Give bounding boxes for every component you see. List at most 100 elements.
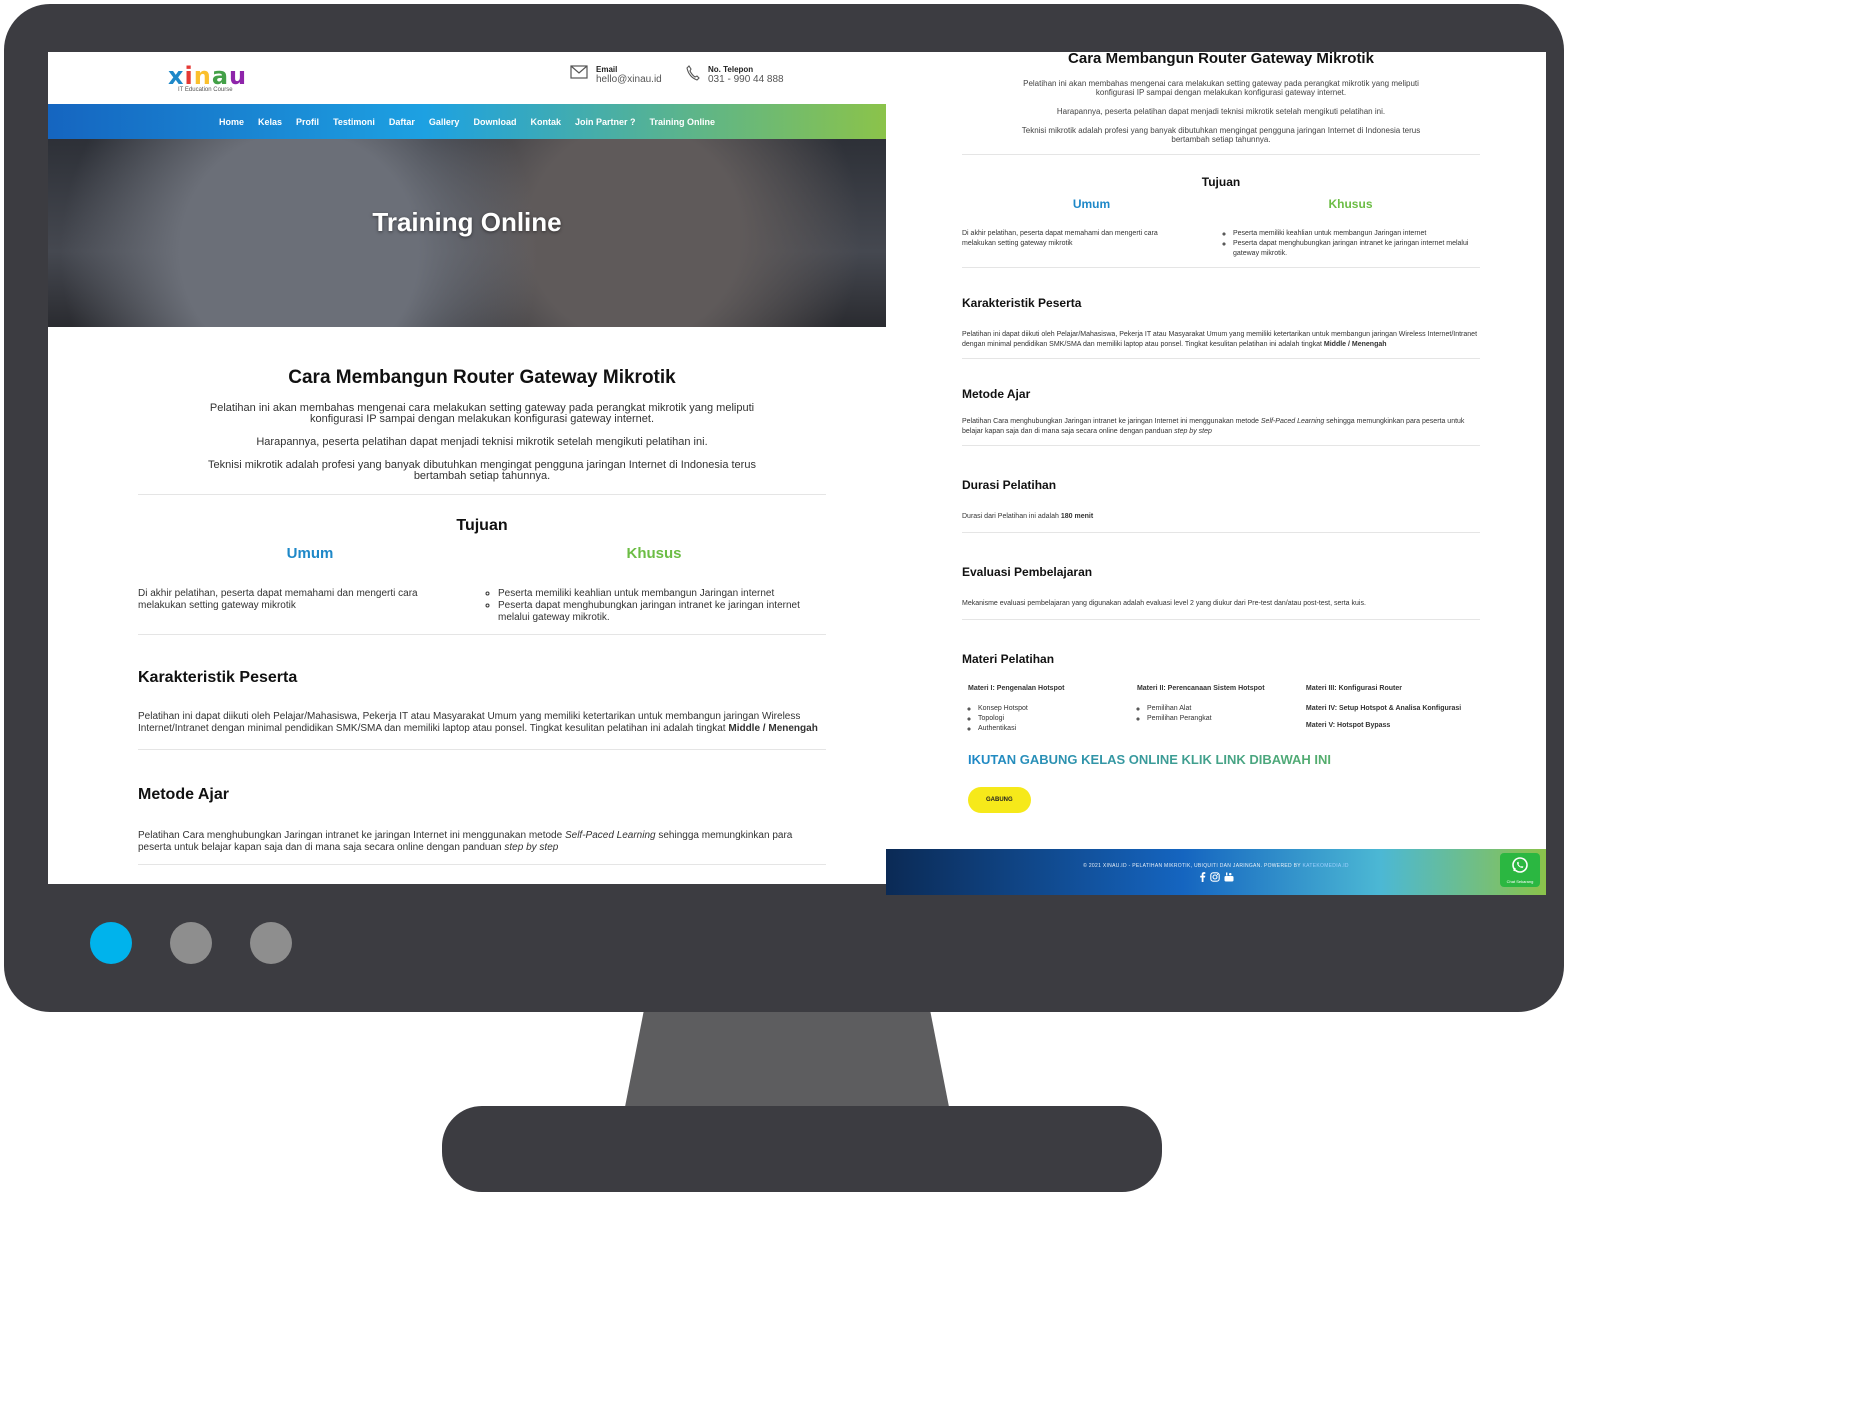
divider (138, 494, 826, 495)
tujuan-columns: Umum Di akhir pelatihan, peserta dapat m… (962, 197, 1480, 259)
materi-item: Konsep Hotspot (968, 704, 1137, 714)
metode-body-a: Pelatihan Cara menghubungkan Jaringan in… (138, 830, 563, 841)
intro-paragraph-1: Pelatihan ini akan membahas mengenai car… (1023, 79, 1419, 97)
materi-4-title: Materi IV: Setup Hotspot & Analisa Konfi… (1305, 705, 1462, 712)
nav-testimoni[interactable]: Testimoni (333, 117, 375, 127)
umum-heading: Umum (286, 545, 334, 562)
intro-paragraph-3: Teknisi mikrotik adalah profesi yang ban… (208, 459, 756, 482)
materi-2-list: Pemilihan Alat Pemilihan Perangkat (1137, 704, 1306, 724)
divider (962, 267, 1480, 268)
metode-emphasis-b: step by step (504, 842, 559, 853)
email-value[interactable]: hello@xinau.id (596, 74, 662, 85)
footer-copyright: © 2021 XINAU.ID - PELATIHAN MIKROTIK, UB… (886, 849, 1546, 869)
course-title: Cara Membangun Router Gateway Mikrotik (288, 367, 676, 388)
screen-right: Cara Membangun Router Gateway Mikrotik P… (886, 52, 1546, 895)
nav-profil[interactable]: Profil (296, 117, 319, 127)
tujuan-heading: Tujuan (1201, 175, 1241, 189)
materi-item: Topologi (968, 714, 1137, 724)
intro-paragraph-2: Harapannya, peserta pelatihan dapat menj… (1056, 107, 1386, 116)
whatsapp-label: Chat Sekarang (1506, 879, 1534, 884)
metode-text: Pelatihan Cara menghubungkan Jaringan in… (138, 830, 826, 854)
site-logo[interactable]: xinau IT Education Course (168, 62, 247, 93)
nav-gallery[interactable]: Gallery (429, 117, 460, 127)
intro-paragraph-1: Pelatihan ini akan membahas mengenai car… (209, 402, 755, 425)
monitor-dot-grey-1 (170, 922, 212, 964)
intro-paragraph-2: Harapannya, peserta pelatihan dapat menj… (256, 436, 708, 448)
tujuan-khusus: Khusus Peserta memiliki keahlian untuk m… (482, 545, 826, 624)
contact-email: Email hello@xinau.id (570, 65, 662, 85)
course-title-repeat: Cara Membangun Router Gateway Mikrotik (1068, 52, 1374, 67)
materi-item: Pemilihan Perangkat (1137, 714, 1306, 724)
divider (962, 358, 1480, 359)
divider (962, 445, 1480, 446)
khusus-item: Peserta memiliki keahlian untuk membangu… (498, 588, 826, 600)
karakteristik-text: Pelatihan ini dapat diikuti oleh Pelajar… (138, 711, 826, 735)
phone-value[interactable]: 031 - 990 44 888 (708, 74, 784, 85)
gabung-button[interactable]: GABUNG (968, 787, 1031, 813)
durasi-value: 180 menit (1060, 513, 1094, 520)
khusus-list: Peserta memiliki keahlian untuk membangu… (1221, 229, 1480, 259)
nav-join-partner[interactable]: Join Partner ? (575, 117, 636, 127)
hero-banner: Training Online (48, 139, 886, 327)
karakteristik-level: Middle / Menengah (728, 723, 818, 734)
khusus-heading: Khusus (1328, 197, 1373, 211)
materi-1-title: Materi I: Pengenalan Hotspot (968, 685, 1065, 692)
divider (962, 154, 1480, 155)
cta-text: IKUTAN GABUNG KELAS ONLINE KLIK LINK DIB… (968, 752, 1480, 767)
powered-link[interactable]: KATEKOMEDIA.ID (1302, 863, 1348, 869)
metode-heading: Metode Ajar (962, 387, 1031, 401)
nav-kelas[interactable]: Kelas (258, 117, 282, 127)
course-content-left: Cara Membangun Router Gateway Mikrotik P… (48, 367, 886, 865)
hero-title: Training Online (372, 207, 562, 237)
karakteristik-text: Pelatihan ini dapat diikuti oleh Pelajar… (962, 330, 1480, 350)
phone-label: No. Telepon (708, 65, 754, 74)
umum-text: Di akhir pelatihan, peserta dapat memaha… (962, 230, 1158, 247)
materi-1-list: Konsep Hotspot Topologi Authentikasi (968, 704, 1137, 734)
monitor-stand-neck (624, 1012, 950, 1112)
karakteristik-heading: Karakteristik Peserta (962, 296, 1082, 310)
tujuan-umum: Umum Di akhir pelatihan, peserta dapat m… (138, 545, 482, 624)
khusus-item: Peserta memiliki keahlian untuk membangu… (1233, 229, 1480, 239)
contact-phone: No. Telepon 031 - 990 44 888 (686, 65, 784, 85)
materi-3-title: Materi III: Konfigurasi Router (1305, 685, 1402, 692)
nav-training-online[interactable]: Training Online (649, 117, 715, 127)
karakteristik-body: Pelatihan ini dapat diikuti oleh Pelajar… (138, 711, 801, 734)
site-footer: © 2021 XINAU.ID - PELATIHAN MIKROTIK, UB… (886, 849, 1546, 895)
karakteristik-level: Middle / Menengah (1323, 341, 1387, 348)
facebook-icon[interactable] (1199, 872, 1206, 882)
tujuan-heading: Tujuan (456, 517, 508, 534)
khusus-list: Peserta memiliki keahlian untuk membangu… (482, 588, 826, 624)
youtube-icon[interactable] (1224, 872, 1234, 882)
whatsapp-chat-button[interactable]: Chat Sekarang (1500, 853, 1540, 887)
nav-download[interactable]: Download (473, 117, 516, 127)
khusus-item: Peserta dapat menghubungkan jaringan int… (498, 600, 826, 624)
materi-col-1: Materi I: Pengenalan Hotspot Konsep Hots… (968, 684, 1137, 734)
durasi-text: Durasi dari Pelatihan ini adalah 180 men… (962, 512, 1480, 522)
main-nav: Home Kelas Profil Testimoni Daftar Galle… (48, 104, 886, 139)
divider (962, 532, 1480, 533)
instagram-icon[interactable] (1209, 872, 1220, 882)
materi-heading: Materi Pelatihan (962, 652, 1055, 666)
tujuan-khusus: Khusus Peserta memiliki keahlian untuk m… (1221, 197, 1480, 259)
karakteristik-heading: Karakteristik Peserta (138, 669, 298, 686)
khusus-item: Peserta dapat menghubungkan jaringan int… (1233, 239, 1480, 259)
social-links (886, 872, 1546, 882)
divider (962, 619, 1480, 620)
divider (138, 864, 826, 865)
envelope-icon (570, 65, 588, 79)
monitor-stand-base (442, 1106, 1162, 1192)
evaluasi-heading: Evaluasi Pembelajaran (962, 565, 1093, 579)
metode-body-a: Pelatihan Cara menghubungkan Jaringan in… (962, 418, 1259, 425)
nav-home[interactable]: Home (219, 117, 244, 127)
phone-icon (686, 65, 700, 81)
nav-daftar[interactable]: Daftar (389, 117, 415, 127)
umum-heading: Umum (1072, 197, 1111, 211)
materi-col-2: Materi II: Perencanaan Sistem Hotspot Pe… (1137, 684, 1306, 734)
divider (138, 749, 826, 750)
metode-text: Pelatihan Cara menghubungkan Jaringan in… (962, 417, 1480, 437)
nav-kontak[interactable]: Kontak (530, 117, 561, 127)
materi-2-title: Materi II: Perencanaan Sistem Hotspot (1136, 685, 1265, 692)
email-label: Email (596, 65, 618, 74)
logo-wordmark: xinau (168, 62, 248, 90)
durasi-body: Durasi dari Pelatihan ini adalah (962, 513, 1059, 520)
